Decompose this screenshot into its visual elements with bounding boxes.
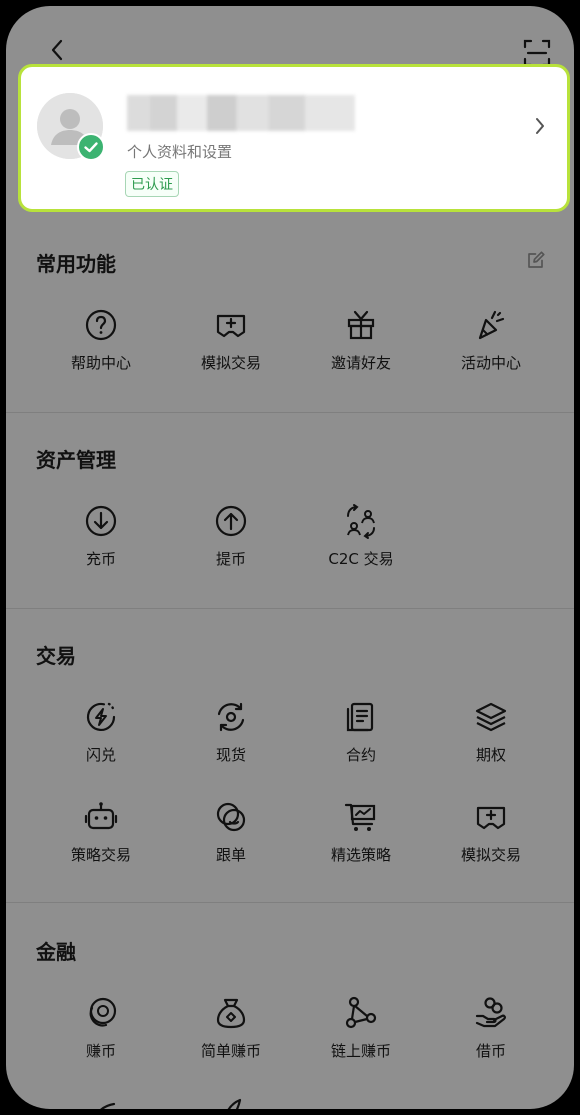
money-bag-icon (216, 998, 246, 1029)
flash-convert-icon (86, 702, 116, 732)
section-title: 金融 (36, 940, 76, 964)
grid-item-label: 借币 (475, 1042, 506, 1060)
grid-item-options[interactable]: 期权 (426, 700, 556, 765)
grid-item-label: 模拟交易 (460, 846, 521, 864)
hand-coin-icon (475, 997, 506, 1028)
profile-card[interactable]: 个人资料和设置 已认证 (18, 64, 570, 212)
top-bar (6, 20, 574, 67)
grid-item-label: 模拟交易 (200, 354, 261, 372)
grid-item-label: 简单赚币 (200, 1042, 261, 1060)
grid-item-events[interactable]: 活动中心 (426, 308, 556, 373)
grid-item-label: 链上赚币 (330, 1042, 391, 1060)
grid-item-partial[interactable] (166, 1096, 296, 1109)
grid-item-label: 帮助中心 (70, 354, 131, 372)
profile-subtitle: 个人资料和设置 (127, 143, 233, 161)
gift-icon (347, 310, 375, 340)
grid-item-label: 精选策略 (330, 846, 391, 864)
grid-item-label: 现货 (215, 746, 246, 764)
grid-item-label: 活动中心 (460, 354, 521, 372)
partial-icon (100, 1102, 116, 1109)
verified-badge (77, 133, 105, 161)
party-popper-icon (478, 310, 505, 340)
gamepad-icon (216, 314, 246, 338)
p2p-exchange-icon (347, 504, 375, 539)
grid-item-onchain-earn[interactable]: 链上赚币 (296, 996, 426, 1061)
divider (6, 608, 574, 609)
grid-item-label: C2C 交易 (328, 550, 394, 568)
robot-icon (84, 802, 118, 830)
chart-cart-icon (344, 803, 376, 831)
grid-item-earn[interactable]: 赚币 (36, 996, 166, 1061)
grid-item-label: 赚币 (85, 1042, 116, 1060)
grid-item-c2c[interactable]: C2C 交易 (296, 504, 426, 569)
spot-icon (217, 702, 245, 732)
section-assets: 资产管理 充币 提币 C2C 交易 (6, 444, 574, 604)
phone-frame: 个人资料和设置 已认证 常用功能 帮助中心 模拟交易 邀请好友 活动中心 资产管… (6, 6, 574, 1109)
grid-item-label: 策略交易 (70, 846, 131, 864)
section-title: 常用功能 (36, 252, 116, 276)
grid-item-label: 期权 (475, 746, 506, 764)
grid-item-strategy-trading[interactable]: 策略交易 (36, 800, 166, 865)
deposit-icon (85, 505, 117, 537)
section-title: 资产管理 (36, 448, 116, 472)
grid-item-help[interactable]: 帮助中心 (36, 308, 166, 373)
grid-item-flash-convert[interactable]: 闪兑 (36, 700, 166, 765)
screen: 个人资料和设置 已认证 常用功能 帮助中心 模拟交易 邀请好友 活动中心 资产管… (6, 6, 574, 1109)
grid-item-loan[interactable]: 借币 (426, 996, 556, 1061)
grid-item-demo-trading[interactable]: 模拟交易 (166, 308, 296, 373)
copy-trading-icon (216, 802, 246, 832)
grid-item-selected-strategies[interactable]: 精选策略 (296, 800, 426, 865)
check-icon (84, 142, 98, 153)
grid-item-copy-trading[interactable]: 跟单 (166, 800, 296, 865)
grid-item-label: 闪兑 (85, 746, 116, 764)
section-common: 常用功能 帮助中心 模拟交易 邀请好友 活动中心 (6, 248, 574, 408)
grid-item-spot[interactable]: 现货 (166, 700, 296, 765)
grid-item-demo-trading-2[interactable]: 模拟交易 (426, 800, 556, 865)
avatar[interactable] (37, 93, 105, 161)
section-title: 交易 (36, 644, 76, 668)
back-arrow-icon[interactable] (46, 38, 70, 62)
verified-tag: 已认证 (125, 171, 179, 197)
grid-item-deposit[interactable]: 充币 (36, 504, 166, 569)
section-finance: 金融 赚币 简单赚币 链上赚币 借币 (6, 936, 574, 1109)
grid-item-partial[interactable] (36, 1096, 166, 1109)
coins-icon (89, 997, 117, 1027)
username-blurred (127, 95, 355, 131)
grid-item-label: 合约 (345, 746, 376, 764)
divider (6, 412, 574, 413)
help-circle-icon (85, 309, 117, 341)
contract-icon (346, 702, 374, 732)
grid-item-label: 跟单 (215, 846, 246, 864)
chevron-right-icon[interactable] (531, 117, 549, 135)
section-trade: 交易 闪兑 现货 合约 期权 策略交易 跟单 精选策略 模拟交易 (6, 640, 574, 900)
edit-icon[interactable] (526, 250, 546, 270)
gamepad-icon (476, 806, 506, 830)
divider (6, 902, 574, 903)
options-layers-icon (475, 702, 507, 732)
rocket-icon (227, 1098, 242, 1109)
grid-item-invite[interactable]: 邀请好友 (296, 308, 426, 373)
grid-item-contract[interactable]: 合约 (296, 700, 426, 765)
grid-item-simple-earn[interactable]: 简单赚币 (166, 996, 296, 1061)
grid-item-withdraw[interactable]: 提币 (166, 504, 296, 569)
grid-item-label: 提币 (215, 550, 246, 568)
withdraw-icon (215, 505, 247, 537)
grid-item-label: 邀请好友 (330, 354, 391, 372)
molecule-icon (345, 996, 377, 1029)
grid-item-label: 充币 (85, 550, 116, 568)
